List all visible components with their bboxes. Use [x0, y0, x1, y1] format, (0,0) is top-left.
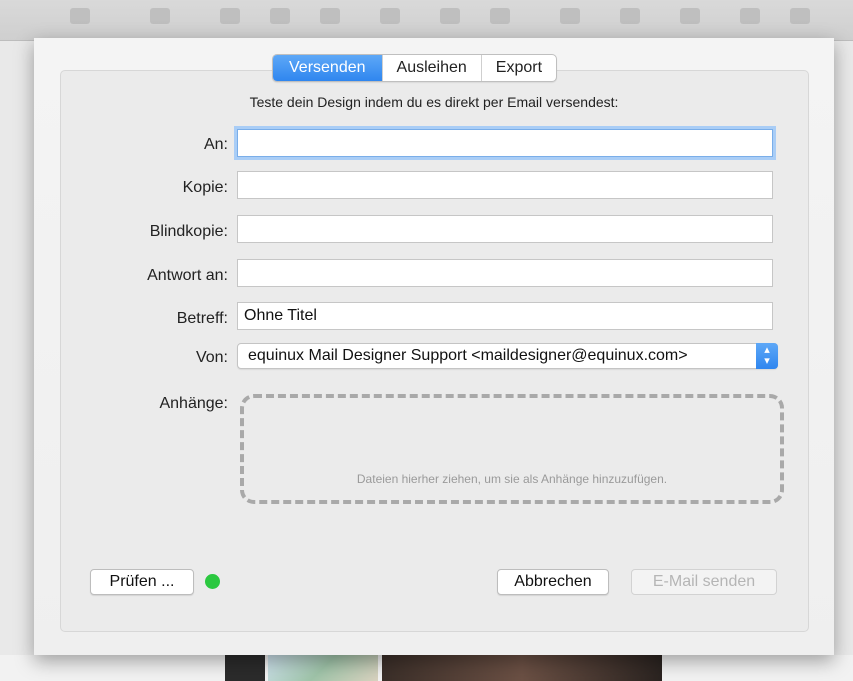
attachments-label: Anhänge:	[159, 395, 228, 412]
status-indicator	[205, 574, 220, 589]
check-button[interactable]: Prüfen ...	[90, 569, 194, 595]
from-label: Von:	[195, 349, 228, 366]
intro-text: Teste dein Design indem du es direkt per…	[249, 94, 619, 110]
subject-label: Betreff:	[176, 310, 228, 327]
toolbar-icon	[680, 8, 700, 24]
toolbar-icon	[740, 8, 760, 24]
toolbar-icon	[490, 8, 510, 24]
segmented-tabs: Versenden Ausleihen Export	[272, 54, 558, 82]
reply-to-label: Antwort an:	[147, 267, 228, 284]
background-thumbnail	[268, 655, 378, 681]
cc-label: Kopie:	[182, 179, 228, 196]
bcc-label: Blindkopie:	[149, 223, 228, 240]
tab-versenden[interactable]: Versenden	[273, 55, 382, 81]
from-select[interactable]: equinux Mail Designer Support <maildesig…	[237, 343, 778, 369]
reply-to-field[interactable]	[237, 259, 773, 287]
to-field[interactable]	[237, 129, 773, 157]
toolbar-icon	[220, 8, 240, 24]
toolbar-icon	[560, 8, 580, 24]
send-email-button[interactable]: E-Mail senden	[631, 569, 777, 595]
toolbar-icon	[620, 8, 640, 24]
to-label: An:	[203, 136, 228, 153]
background-toolbar	[0, 0, 853, 41]
cancel-button[interactable]: Abbrechen	[497, 569, 609, 595]
toolbar-icon	[70, 8, 90, 24]
attachments-dropzone[interactable]: Dateien hierher ziehen, um sie als Anhän…	[240, 394, 784, 504]
toolbar-icon	[150, 8, 170, 24]
from-select-value: equinux Mail Designer Support <maildesig…	[248, 347, 688, 364]
tab-export[interactable]: Export	[480, 55, 556, 81]
background-thumbnail	[225, 655, 265, 681]
dropzone-hint: Dateien hierher ziehen, um sie als Anhän…	[356, 472, 668, 486]
toolbar-icon	[440, 8, 460, 24]
toolbar-icon	[380, 8, 400, 24]
send-sheet: Versenden Ausleihen Export Teste dein De…	[34, 38, 834, 655]
subject-field[interactable]	[237, 302, 773, 330]
bcc-field[interactable]	[237, 215, 773, 243]
toolbar-icon	[270, 8, 290, 24]
cc-field[interactable]	[237, 171, 773, 199]
background-thumbnail	[382, 655, 662, 681]
up-down-chevron-icon[interactable]: ▴ ▾	[756, 343, 778, 369]
toolbar-icon	[320, 8, 340, 24]
toolbar-icon	[790, 8, 810, 24]
tab-ausleihen[interactable]: Ausleihen	[381, 55, 481, 81]
